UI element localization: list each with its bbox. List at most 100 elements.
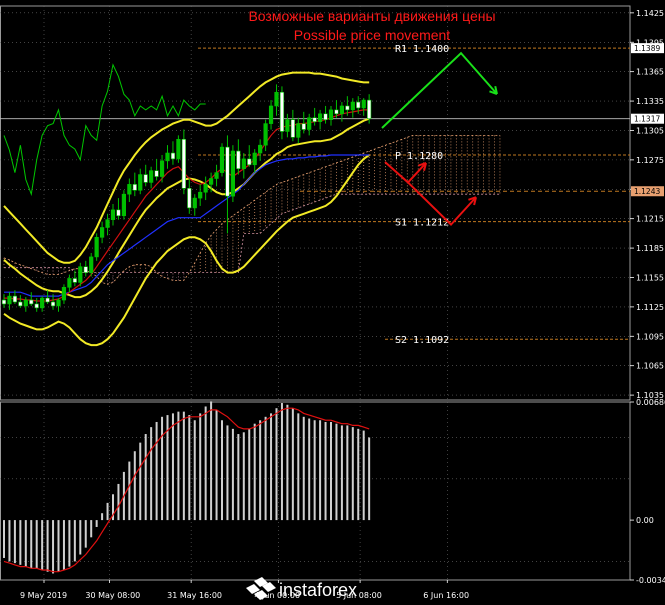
macd-bar — [171, 413, 174, 521]
macd-bar — [275, 408, 278, 521]
macd-bar — [280, 403, 283, 521]
candle-body — [203, 184, 208, 193]
candle-body — [94, 237, 99, 258]
macd-bar — [155, 421, 158, 521]
candle-body — [290, 119, 295, 138]
macd-bar — [24, 520, 27, 567]
candle-body — [89, 256, 94, 273]
candle-body — [268, 105, 274, 124]
candle-body — [323, 113, 328, 120]
y-tick-label: 1.1305 — [636, 126, 664, 135]
candle-body — [23, 299, 28, 307]
macd-bar — [248, 428, 251, 521]
macd-bar — [161, 416, 164, 521]
candle-body — [40, 297, 45, 309]
y-tick-label: 1.1095 — [636, 332, 664, 341]
candle-body — [181, 138, 186, 189]
x-tick-label: 6 Jun 16:00 — [423, 591, 469, 600]
candle-body — [67, 278, 72, 288]
macd-bar — [297, 413, 300, 521]
candle-body — [83, 266, 88, 273]
price-tag-label: 1.1389 — [634, 44, 660, 53]
macd-bar — [133, 451, 136, 521]
macd-bar — [30, 520, 33, 569]
macd-bar — [144, 434, 147, 521]
macd-bar — [8, 520, 11, 562]
macd-bar — [84, 520, 87, 548]
y-tick-label: 1.1215 — [636, 215, 664, 224]
candle-body — [1, 299, 7, 305]
candle-body — [236, 150, 241, 169]
price-chart: R1 1.1400 P 1.1280 S1 1.1212 S2 1.1092 1.14… — [0, 0, 665, 605]
macd-bar — [90, 520, 93, 538]
candle-body — [138, 174, 143, 191]
macd-bar — [237, 434, 240, 521]
candle-body — [121, 193, 126, 217]
y-tick-label: 1.1185 — [636, 244, 664, 253]
macd-bar — [302, 416, 305, 521]
macd-y-tick-label: -0.00348 — [636, 576, 665, 585]
candle-body — [116, 209, 121, 217]
candle-body — [307, 117, 312, 130]
candle-body — [149, 170, 154, 183]
candle-body — [247, 158, 252, 166]
macd-bar — [286, 404, 289, 521]
candle-body — [50, 301, 56, 307]
macd-bar — [19, 520, 22, 565]
macd-bar — [182, 411, 185, 521]
macd-bar — [193, 420, 196, 521]
macd-bar — [128, 461, 131, 521]
candle-body — [143, 174, 148, 183]
macd-bar — [73, 520, 76, 562]
macd-bar — [351, 427, 354, 521]
macd-bar — [139, 442, 142, 521]
candle-body — [214, 172, 219, 179]
macd-bar — [242, 432, 245, 521]
macd-bar — [357, 428, 360, 521]
macd-bar — [270, 413, 273, 521]
y-tick-label: 1.1425 — [636, 9, 664, 18]
candle-body — [328, 109, 334, 120]
candle-body — [165, 152, 170, 162]
macd-bar — [324, 421, 327, 521]
macd-bar — [188, 415, 191, 521]
chart-title-en: Possible price movement — [294, 27, 451, 43]
candle-body — [34, 303, 39, 309]
candle-body — [56, 299, 61, 307]
macd-bar — [291, 408, 294, 521]
macd-bar — [368, 437, 371, 521]
macd-y-tick-label: 0.00 — [636, 516, 654, 525]
candle-body — [198, 191, 203, 199]
candle-body — [285, 119, 290, 132]
candle-body — [78, 266, 83, 283]
macd-bar — [259, 420, 262, 521]
macd-bar — [308, 418, 311, 521]
level-label-r1: R1 1.1400 — [395, 44, 449, 55]
candle-body — [170, 152, 176, 160]
candle-body — [345, 105, 350, 111]
candle-body — [312, 117, 317, 122]
candle-body — [192, 197, 197, 209]
candle-body — [263, 123, 268, 146]
chart-background — [0, 0, 665, 605]
macd-bar — [106, 502, 109, 521]
candle-body — [29, 299, 34, 305]
macd-bar — [362, 430, 365, 521]
level-label-p: P 1.1280 — [395, 151, 443, 162]
macd-bar — [177, 411, 180, 521]
macd-bar — [264, 416, 267, 521]
candle-body — [361, 99, 366, 109]
candle-body — [110, 209, 116, 220]
y-tick-label: 1.1275 — [636, 156, 664, 165]
macd-bar — [41, 520, 44, 571]
candle-body — [187, 187, 192, 209]
price-tag-label: 1.1243 — [634, 187, 660, 196]
macd-bar — [215, 409, 218, 521]
macd-bar — [340, 425, 343, 521]
candle-body — [241, 158, 246, 169]
macd-bar — [3, 520, 5, 558]
candle-body — [334, 109, 339, 115]
y-tick-label: 1.1155 — [636, 273, 664, 282]
candle-body — [100, 227, 105, 238]
candle-body — [258, 144, 263, 154]
